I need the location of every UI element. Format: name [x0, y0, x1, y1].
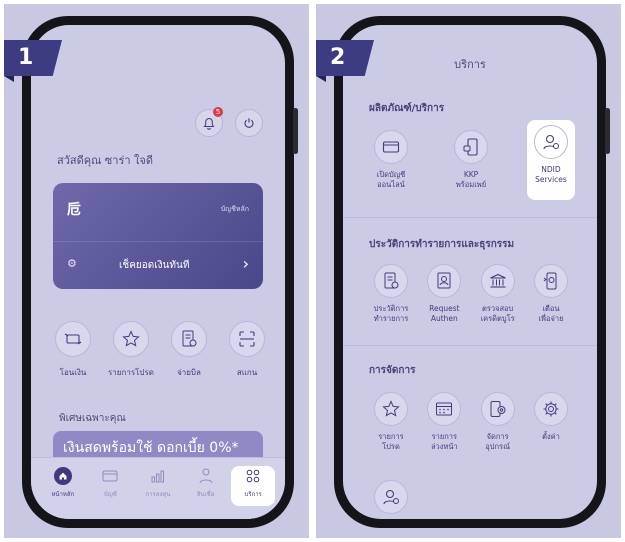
tile-settings[interactable]: ตั้งค่า — [527, 387, 575, 452]
gear-icon — [533, 392, 568, 426]
tile-favorites[interactable]: รายการ โปรด — [367, 387, 415, 452]
notification-count-badge: 5 — [213, 107, 223, 117]
bank-icon — [480, 264, 515, 298]
tile-label: รายการ โปรด — [378, 432, 404, 451]
quick-action-transfer[interactable]: โอนเงิน — [45, 321, 101, 379]
quick-action-label: จ่ายบิล — [177, 368, 201, 377]
quick-action-label: รายการโปรด — [108, 368, 154, 377]
step-badge: 1 — [4, 40, 62, 82]
special-for-you-title: พิเศษเฉพาะคุณ — [59, 413, 126, 424]
star-icon — [113, 321, 149, 357]
tile-credit-bureau[interactable]: ตรวจสอบ เครดิตบูโร — [474, 259, 522, 324]
tile-transaction-history[interactable]: ประวัติการ ทำรายการ — [367, 259, 415, 324]
ndid-icon — [374, 480, 408, 514]
history-icon — [374, 264, 408, 298]
nav-label: สินเชื่อ — [196, 491, 215, 498]
top-icons: 5 — [195, 107, 263, 137]
page-title: บริการ — [454, 58, 486, 71]
check-balance-label[interactable]: เช็คยอดเงินทันที — [119, 258, 189, 273]
tile-open-account[interactable]: เปิดบัญชี ออนไลน์ — [367, 125, 415, 200]
bell-icon — [203, 117, 215, 130]
home-icon — [53, 467, 72, 485]
management-grid: รายการ โปรด รายการ ล่วงหน้า จัดการ อุปกร… — [367, 387, 575, 452]
section-divider — [343, 217, 597, 218]
step-1-panel: 5 สวัสดีคุณ ซาร่า ใจดี 卮 บัญชีหลัก ⚙ เช็… — [4, 4, 309, 538]
phone-icon — [454, 130, 488, 164]
nav-label: บริการ — [244, 491, 262, 498]
calendar-icon — [427, 392, 462, 426]
nav-services[interactable]: บริการ — [231, 466, 276, 506]
tile-manage-devices[interactable]: จัดการ อุปกรณ์ — [474, 387, 522, 452]
ndid-icon — [534, 125, 568, 159]
step-number: 1 — [18, 45, 34, 70]
history-grid: ประวัติการ ทำรายการ Request Authen ตรวจส… — [367, 259, 575, 324]
tile-label: ตั้งค่า — [542, 432, 560, 441]
star-icon — [374, 392, 408, 426]
nav-label: บัญชี — [103, 491, 117, 498]
nav-loan[interactable]: สินเชื่อ — [184, 466, 228, 506]
tile-label: NDID Services — [535, 165, 567, 184]
wallet-icon — [102, 470, 118, 482]
bill-icon — [171, 321, 207, 357]
quick-action-scan[interactable]: สแกน — [219, 321, 275, 379]
tile-label: ตรวจสอบ เครดิตบูโร — [480, 304, 515, 323]
eye-icon[interactable]: ⚙ — [67, 257, 77, 270]
quick-action-favorites[interactable]: รายการโปรด — [103, 321, 159, 379]
quick-action-label: สแกน — [236, 368, 258, 377]
nav-invest[interactable]: การลงทุน — [136, 466, 180, 506]
quick-action-pay-bill[interactable]: จ่ายบิล — [161, 321, 217, 379]
phone-frame: 5 สวัสดีคุณ ซาร่า ใจดี 卮 บัญชีหลัก ⚙ เช็… — [22, 16, 298, 528]
tile-scheduled[interactable]: รายการ ล่วงหน้า — [420, 387, 468, 452]
nav-home[interactable]: หน้าหลัก — [41, 466, 85, 506]
tile-label: เตือน เพื่อจ่าย — [538, 304, 564, 323]
phone-frame: บริการ ผลิตภัณฑ์/บริการ เปิดบัญชี ออนไลน… — [334, 16, 610, 528]
account-card[interactable]: 卮 บัญชีหลัก ⚙ เช็คยอดเงินทันที › — [53, 183, 263, 289]
card-icon — [374, 130, 408, 164]
section-title-products: ผลิตภัณฑ์/บริการ — [369, 103, 445, 114]
tile-label: Request Authen — [429, 304, 460, 323]
services-screen: บริการ ผลิตภัณฑ์/บริการ เปิดบัญชี ออนไลน… — [343, 25, 597, 519]
tile-ndid-services[interactable]: NDID Services — [527, 120, 575, 200]
quick-action-label: โอนเงิน — [59, 368, 87, 377]
device-icon — [480, 392, 515, 426]
nav-label: หน้าหลัก — [51, 491, 75, 498]
invest-icon — [151, 470, 164, 483]
account-type-label: บัญชีหลัก — [220, 205, 249, 213]
nav-label: การลงทุน — [145, 491, 171, 498]
section-title-history: ประวัติการทำรายการและธุรกรรม — [369, 239, 515, 250]
section-title-management: การจัดการ — [369, 365, 416, 376]
step-number: 2 — [330, 45, 346, 70]
scan-icon — [229, 321, 265, 357]
tile-label: ประวัติการ ทำรายการ — [373, 304, 409, 323]
transfer-icon — [55, 321, 91, 357]
quick-actions: โอนเงิน รายการโปรด จ่ายบิล สแกน — [45, 321, 275, 379]
step-2-panel: บริการ ผลิตภัณฑ์/บริการ เปิดบัญชี ออนไลน… — [316, 4, 621, 538]
tile-request-authen[interactable]: Request Authen — [420, 259, 468, 324]
tile-label: เปิดบัญชี ออนไลน์ — [376, 170, 406, 189]
tile-label: รายการ ล่วงหน้า — [430, 432, 458, 451]
chevron-right-icon[interactable]: › — [243, 254, 249, 273]
section-divider — [343, 345, 597, 346]
bank-logo: 卮 — [67, 202, 81, 218]
services-icon — [246, 469, 260, 483]
home-screen: 5 สวัสดีคุณ ซาร่า ใจดี 卮 บัญชีหลัก ⚙ เช็… — [31, 25, 285, 519]
nav-accounts[interactable]: บัญชี — [88, 466, 132, 506]
power-icon — [244, 118, 254, 128]
bottom-nav: หน้าหลัก บัญชี การลงทุน สินเชื่อ บริการ — [31, 457, 285, 519]
tile-promptpay[interactable]: KKP พร้อมเพย์ — [447, 125, 495, 200]
loan-icon — [199, 468, 213, 484]
tile-label: จัดการ อุปกรณ์ — [485, 432, 511, 451]
tile-payment-reminder[interactable]: เตือน เพื่อจ่าย — [527, 259, 575, 324]
request-authen-icon — [427, 264, 462, 298]
tile-label: KKP พร้อมเพย์ — [455, 170, 487, 189]
power-button[interactable] — [235, 109, 263, 137]
tile-ndid-extra[interactable] — [367, 475, 415, 514]
products-grid: เปิดบัญชี ออนไลน์ KKP พร้อมเพย์ NDID Ser… — [367, 120, 575, 200]
notification-button[interactable]: 5 — [195, 107, 223, 137]
card-divider — [53, 241, 263, 242]
extra-grid — [367, 475, 575, 514]
reminder-icon — [533, 264, 568, 298]
step-badge: 2 — [316, 40, 374, 82]
greeting-text: สวัสดีคุณ ซาร่า ใจดี — [57, 154, 153, 167]
